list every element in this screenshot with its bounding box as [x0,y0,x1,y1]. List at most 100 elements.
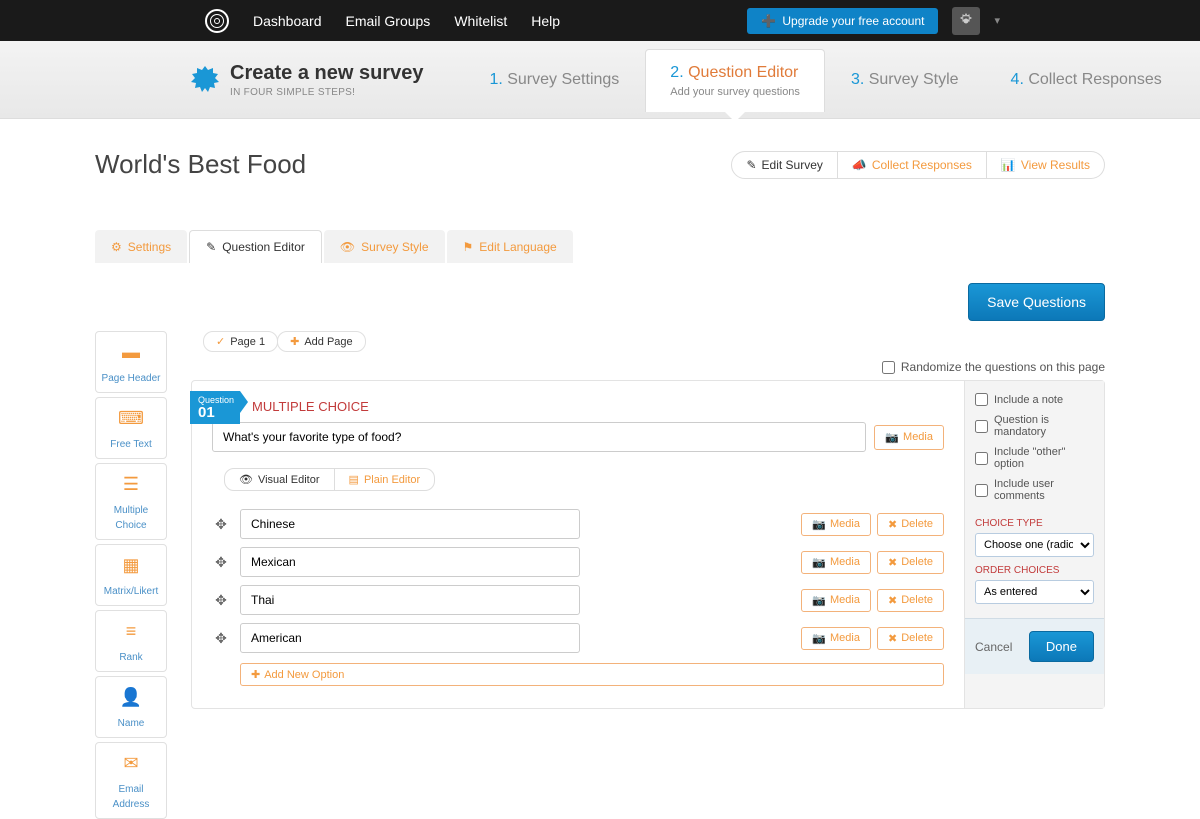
chevron-down-icon[interactable]: ▾ [994,14,1000,27]
done-button[interactable]: Done [1029,631,1094,662]
sidebar-item-multiple-choice[interactable]: ☰Multiple Choice [95,463,167,540]
setting-checkbox[interactable] [975,484,988,497]
option-input[interactable] [240,585,580,615]
sidebar-item-matrix[interactable]: ▦Matrix/Likert [95,544,167,606]
grid-icon: ▦ [100,555,162,576]
visual-editor-tab[interactable]: 👁Visual Editor [224,468,335,491]
question-settings-panel: Include a note Question is mandatory Inclu… [964,381,1104,708]
drag-handle-icon[interactable]: ✥ [212,630,230,647]
envelope-icon: ✉ [100,753,162,774]
question-card: Question01 MULTIPLE CHOICE 📷Media 👁Visua… [191,380,1105,709]
randomize-checkbox[interactable] [882,361,895,374]
step-survey-style[interactable]: 3. Survey Style [825,71,985,89]
nav-whitelist[interactable]: Whitelist [454,13,507,29]
x-icon: ✖ [888,556,897,569]
setting-checkbox-row: Include user comments [975,478,1094,502]
camera-icon: 📷 [812,594,826,607]
option-input[interactable] [240,547,580,577]
page-tab-1[interactable]: ✓Page 1 [203,331,278,352]
nav-help[interactable]: Help [531,13,560,29]
add-page-button[interactable]: ✚Add Page [277,331,366,352]
option-delete-button[interactable]: ✖Delete [877,551,944,574]
camera-icon: 📷 [812,518,826,531]
pencil-icon: ✎ [746,158,756,172]
rank-icon: ≡ [100,621,162,642]
header-icon: ▬ [100,342,162,363]
option-input[interactable] [240,509,580,539]
nav-dashboard[interactable]: Dashboard [253,13,322,29]
option-delete-button[interactable]: ✖Delete [877,513,944,536]
top-navbar: Dashboard Email Groups Whitelist Help ➕ … [0,0,1200,41]
survey-title: World's Best Food [95,149,306,180]
order-choices-select[interactable]: As entered [975,580,1094,604]
option-delete-button[interactable]: ✖Delete [877,589,944,612]
editor-tabs: ⚙Settings ✎Question Editor 👁Survey Style… [95,230,1105,263]
option-input[interactable] [240,623,580,653]
camera-icon: 📷 [812,632,826,645]
list-icon: ▤ [349,473,359,486]
option-media-button[interactable]: 📷Media [801,513,871,536]
camera-icon: 📷 [812,556,826,569]
x-icon: ✖ [888,594,897,607]
upgrade-label: Upgrade your free account [782,14,924,28]
gear-icon [958,13,974,29]
option-delete-button[interactable]: ✖Delete [877,627,944,650]
x-icon: ✖ [888,518,897,531]
create-title: Create a new survey [230,62,423,85]
tab-settings[interactable]: ⚙Settings [95,230,187,263]
choice-type-select[interactable]: Choose one (radio) [975,533,1094,557]
upgrade-button[interactable]: ➕ Upgrade your free account [747,8,938,34]
bar-chart-icon: 📊 [1001,158,1016,172]
option-media-button[interactable]: 📷Media [801,589,871,612]
plain-editor-tab[interactable]: ▤Plain Editor [335,468,436,491]
setting-checkbox[interactable] [975,452,988,465]
option-media-button[interactable]: 📷Media [801,551,871,574]
drag-handle-icon[interactable]: ✥ [212,592,230,609]
option-media-button[interactable]: 📷Media [801,627,871,650]
logo-icon[interactable] [205,9,229,33]
sidebar-item-free-text[interactable]: ⌨Free Text [95,397,167,459]
create-subtitle: IN FOUR SIMPLE STEPS! [230,87,423,98]
option-row: ✥ 📷Media ✖Delete [212,585,944,615]
drag-handle-icon[interactable]: ✥ [212,516,230,533]
plus-icon: ✚ [251,668,260,681]
edit-survey-button[interactable]: ✎Edit Survey [731,151,837,179]
setting-checkbox-row: Include a note [975,393,1094,406]
megaphone-icon: 📣 [852,158,867,172]
step-collect-responses[interactable]: 4. Collect Responses [985,71,1188,89]
collect-responses-button[interactable]: 📣Collect Responses [838,151,987,179]
nav-links: Dashboard Email Groups Whitelist Help [253,13,560,29]
add-option-button[interactable]: ✚Add New Option [240,663,944,686]
steps-bar: Create a new survey IN FOUR SIMPLE STEPS… [0,41,1200,119]
setting-checkbox[interactable] [975,420,988,433]
question-text-input[interactable] [212,422,866,452]
step-subtitle: Add your survey questions [670,86,800,98]
save-questions-button[interactable]: Save Questions [968,283,1105,321]
sidebar-item-name[interactable]: 👤Name [95,676,167,738]
flag-icon: ⚑ [463,240,474,254]
plus-icon: ✚ [290,335,299,348]
nav-email-groups[interactable]: Email Groups [346,13,431,29]
setting-label: Include "other" option [994,446,1094,470]
tab-survey-style[interactable]: 👁Survey Style [324,230,445,263]
view-results-button[interactable]: 📊View Results [987,151,1105,179]
gear-icon: ⚙ [111,240,122,254]
question-media-button[interactable]: 📷Media [874,425,944,450]
action-buttons: ✎Edit Survey 📣Collect Responses 📊View Re… [731,151,1105,179]
list-icon: ☰ [100,474,162,495]
cancel-button[interactable]: Cancel [975,640,1012,654]
tab-question-editor[interactable]: ✎Question Editor [189,230,322,263]
setting-label: Question is mandatory [994,414,1094,438]
drag-handle-icon[interactable]: ✥ [212,554,230,571]
sidebar-item-page-header[interactable]: ▬Page Header [95,331,167,393]
setting-checkbox[interactable] [975,393,988,406]
camera-icon: 📷 [885,431,899,444]
sidebar-item-rank[interactable]: ≡Rank [95,610,167,672]
step-survey-settings[interactable]: 1. Survey Settings [463,71,645,89]
tab-edit-language[interactable]: ⚑Edit Language [447,230,573,263]
question-number-flag: Question01 [190,391,240,424]
user-menu-icon[interactable] [952,7,980,35]
choice-type-label: CHOICE TYPE [975,518,1094,529]
sidebar-item-email[interactable]: ✉Email Address [95,742,167,819]
step-question-editor[interactable]: 2. Question Editor Add your survey quest… [645,49,825,112]
